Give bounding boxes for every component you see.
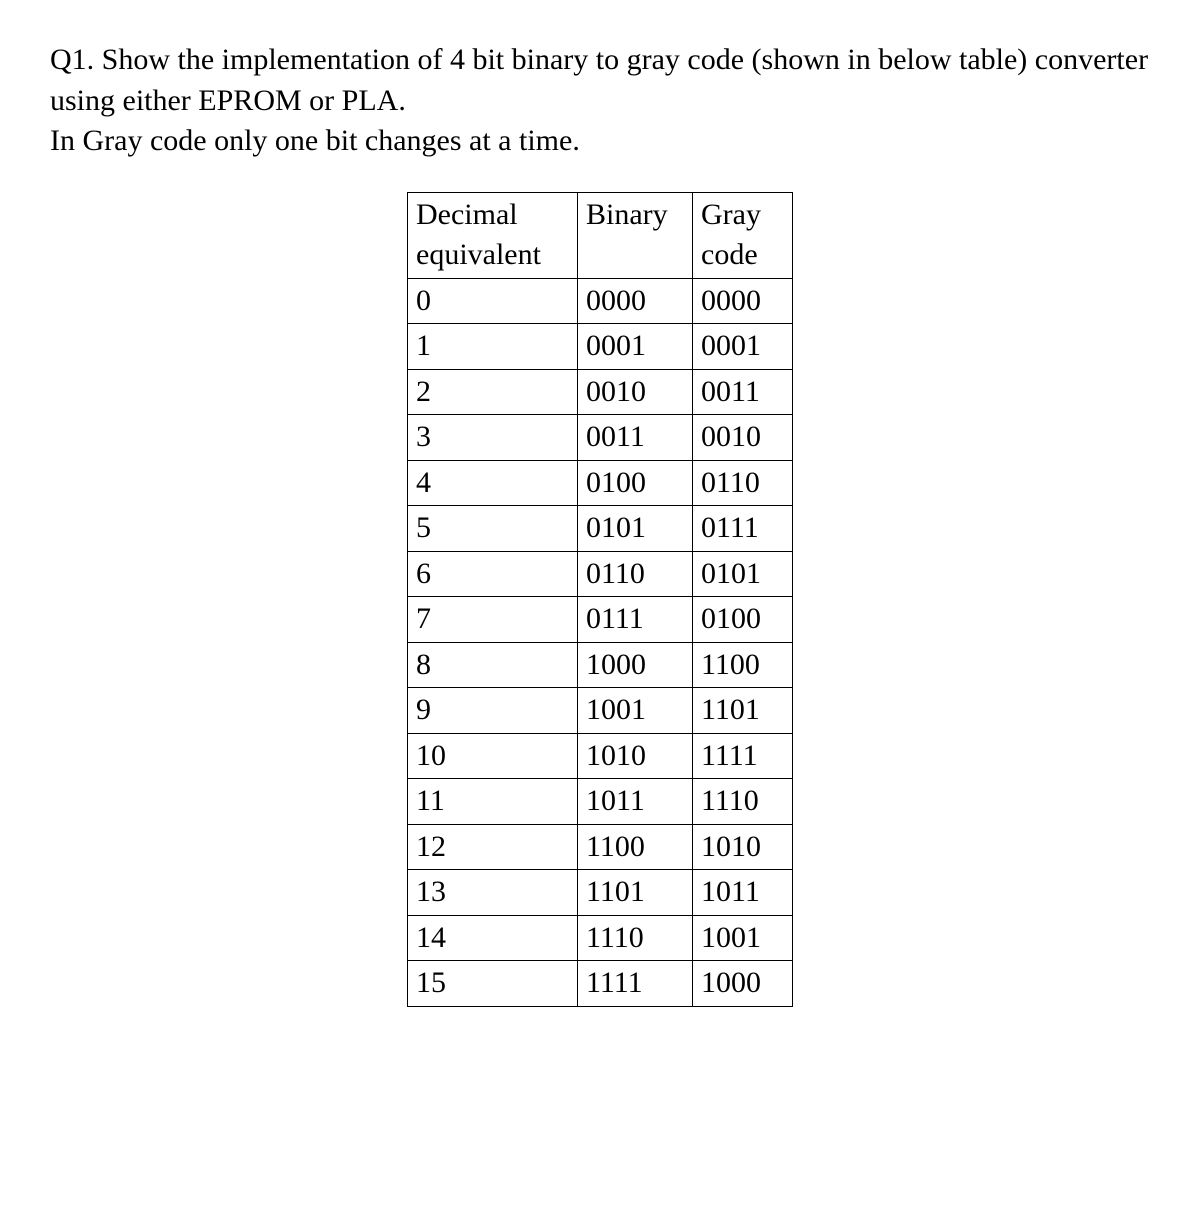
cell-binary: 0000 xyxy=(578,278,693,324)
cell-gray: 1111 xyxy=(693,733,793,779)
cell-decimal: 10 xyxy=(408,733,578,779)
cell-decimal: 6 xyxy=(408,551,578,597)
table-row: 0 0000 0000 xyxy=(408,278,793,324)
cell-binary: 1100 xyxy=(578,824,693,870)
table-row: 13 1101 1011 xyxy=(408,870,793,916)
cell-decimal: 8 xyxy=(408,642,578,688)
table-row: 10 1010 1111 xyxy=(408,733,793,779)
cell-binary: 0001 xyxy=(578,324,693,370)
cell-binary: 1111 xyxy=(578,961,693,1007)
cell-gray: 1011 xyxy=(693,870,793,916)
cell-binary: 1000 xyxy=(578,642,693,688)
cell-gray: 1101 xyxy=(693,688,793,734)
cell-decimal: 9 xyxy=(408,688,578,734)
cell-decimal: 11 xyxy=(408,779,578,825)
cell-binary: 1101 xyxy=(578,870,693,916)
cell-decimal: 4 xyxy=(408,460,578,506)
table-row: 9 1001 1101 xyxy=(408,688,793,734)
cell-decimal: 13 xyxy=(408,870,578,916)
cell-gray: 0011 xyxy=(693,369,793,415)
header-decimal: Decimal equivalent xyxy=(408,192,578,278)
cell-gray: 1110 xyxy=(693,779,793,825)
table-row: 15 1111 1000 xyxy=(408,961,793,1007)
cell-gray: 1100 xyxy=(693,642,793,688)
cell-decimal: 2 xyxy=(408,369,578,415)
cell-gray: 0100 xyxy=(693,597,793,643)
cell-binary: 1010 xyxy=(578,733,693,779)
cell-decimal: 1 xyxy=(408,324,578,370)
table-row: 3 0011 0010 xyxy=(408,415,793,461)
cell-binary: 0101 xyxy=(578,506,693,552)
cell-binary: 1001 xyxy=(578,688,693,734)
cell-decimal: 7 xyxy=(408,597,578,643)
table-row: 6 0110 0101 xyxy=(408,551,793,597)
cell-gray: 0111 xyxy=(693,506,793,552)
header-binary: Binary xyxy=(578,192,693,278)
cell-decimal: 0 xyxy=(408,278,578,324)
table-header-row: Decimal equivalent Binary Gray code xyxy=(408,192,793,278)
table-row: 4 0100 0110 xyxy=(408,460,793,506)
cell-gray: 0101 xyxy=(693,551,793,597)
cell-decimal: 12 xyxy=(408,824,578,870)
cell-gray: 1001 xyxy=(693,915,793,961)
cell-binary: 1110 xyxy=(578,915,693,961)
cell-binary: 0110 xyxy=(578,551,693,597)
table-row: 11 1011 1110 xyxy=(408,779,793,825)
table-row: 14 1110 1001 xyxy=(408,915,793,961)
question-line-1: Q1. Show the implementation of 4 bit bin… xyxy=(50,43,1148,117)
table-body: 0 0000 0000 1 0001 0001 2 0010 0011 3 00… xyxy=(408,278,793,1006)
cell-binary: 0111 xyxy=(578,597,693,643)
cell-decimal: 14 xyxy=(408,915,578,961)
cell-gray: 0010 xyxy=(693,415,793,461)
cell-binary: 0011 xyxy=(578,415,693,461)
question-text: Q1. Show the implementation of 4 bit bin… xyxy=(50,40,1150,162)
table-row: 2 0010 0011 xyxy=(408,369,793,415)
cell-gray: 0000 xyxy=(693,278,793,324)
cell-decimal: 5 xyxy=(408,506,578,552)
table-wrapper: Decimal equivalent Binary Gray code 0 00… xyxy=(50,192,1150,1007)
table-row: 12 1100 1010 xyxy=(408,824,793,870)
cell-binary: 0010 xyxy=(578,369,693,415)
header-gray: Gray code xyxy=(693,192,793,278)
table-row: 7 0111 0100 xyxy=(408,597,793,643)
table-row: 1 0001 0001 xyxy=(408,324,793,370)
cell-gray: 0001 xyxy=(693,324,793,370)
cell-binary: 1011 xyxy=(578,779,693,825)
cell-binary: 0100 xyxy=(578,460,693,506)
cell-gray: 0110 xyxy=(693,460,793,506)
cell-decimal: 15 xyxy=(408,961,578,1007)
table-row: 5 0101 0111 xyxy=(408,506,793,552)
cell-decimal: 3 xyxy=(408,415,578,461)
cell-gray: 1010 xyxy=(693,824,793,870)
conversion-table: Decimal equivalent Binary Gray code 0 00… xyxy=(407,192,793,1007)
cell-gray: 1000 xyxy=(693,961,793,1007)
table-row: 8 1000 1100 xyxy=(408,642,793,688)
question-line-2: In Gray code only one bit changes at a t… xyxy=(50,124,580,157)
